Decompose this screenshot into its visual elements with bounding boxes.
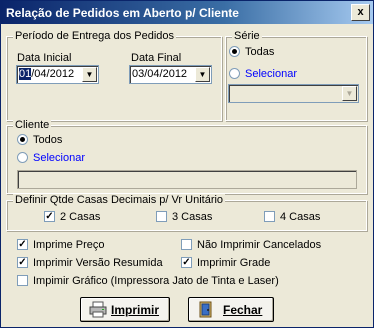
imprimir-grade-checkbox[interactable]: ✓ [181,257,192,268]
nao-imprimir-cancelados-checkbox[interactable] [181,239,192,250]
window-title: Relação de Pedidos em Aberto p/ Cliente [6,6,239,20]
cliente-selecionar-radio[interactable] [17,152,28,163]
fechar-label: Fechar [223,303,263,317]
exit-door-icon [199,301,212,318]
group-serie-legend: Série [232,30,262,43]
casas-3-label[interactable]: 3 Casas [172,211,212,224]
cliente-selecionar-label[interactable]: Selecionar [33,152,85,165]
data-inicial-label: Data Inicial [17,52,72,64]
data-inicial-selected-part: 01 [19,68,32,80]
versao-resumida-label[interactable]: Imprimir Versão Resumida [33,257,163,270]
dialog-window: Relação de Pedidos em Aberto p/ Cliente … [0,0,374,328]
data-final-value: 03/04/2012 [132,68,188,80]
imprime-preco-checkbox[interactable]: ✓ [17,239,28,250]
versao-resumida-checkbox[interactable]: ✓ [17,257,28,268]
chevron-down-icon[interactable]: ▼ [342,86,357,101]
group-casas-legend: Definir Qtde Casas Decimais p/ Vr Unitár… [13,194,226,207]
chevron-down-icon[interactable]: ▼ [82,67,97,82]
casas-3-checkbox[interactable] [156,211,167,222]
group-cliente-legend: Cliente [13,119,52,132]
cliente-todos-radio[interactable] [17,134,28,145]
serie-todas-label[interactable]: Todas [245,46,274,59]
radio-dot-icon [20,137,25,142]
cliente-field[interactable] [17,170,357,189]
chevron-down-icon[interactable]: ▼ [195,67,210,82]
title-bar: Relação de Pedidos em Aberto p/ Cliente … [1,1,373,24]
nao-imprimir-cancelados-label[interactable]: Não Imprimir Cancelados [197,239,321,252]
casas-2-checkbox[interactable]: ✓ [44,211,55,222]
group-periodo-legend: Período de Entrega dos Pedidos [13,30,177,43]
imprimir-grafico-checkbox[interactable] [17,275,28,286]
fechar-button[interactable]: Fechar [188,297,274,322]
data-inicial-field[interactable]: 01/04/2012 ▼ [16,65,99,84]
data-final-field[interactable]: 03/04/2012 ▼ [129,65,212,84]
serie-select[interactable]: ▼ [228,84,359,103]
imprimir-button[interactable]: Imprimir [80,297,170,322]
data-inicial-rest: /04/2012 [31,68,75,80]
cliente-todos-label[interactable]: Todos [33,134,62,147]
serie-selecionar-label[interactable]: Selecionar [245,68,297,81]
imprime-preco-label[interactable]: Imprime Preço [33,239,105,252]
printer-icon [89,301,107,318]
serie-todas-radio[interactable] [229,46,240,57]
casas-2-label[interactable]: 2 Casas [60,211,100,224]
casas-4-checkbox[interactable] [264,211,275,222]
data-final-label: Data Final [131,52,182,64]
imprimir-label: Imprimir [111,303,160,317]
imprimir-grafico-label[interactable]: Impimir Gráfico (Impressora Jato de Tint… [33,275,279,288]
serie-selecionar-radio[interactable] [229,68,240,79]
imprimir-grade-label[interactable]: Imprimir Grade [197,257,270,270]
radio-dot-icon [232,49,237,54]
close-button[interactable]: x [351,4,370,21]
casas-4-label[interactable]: 4 Casas [280,211,320,224]
